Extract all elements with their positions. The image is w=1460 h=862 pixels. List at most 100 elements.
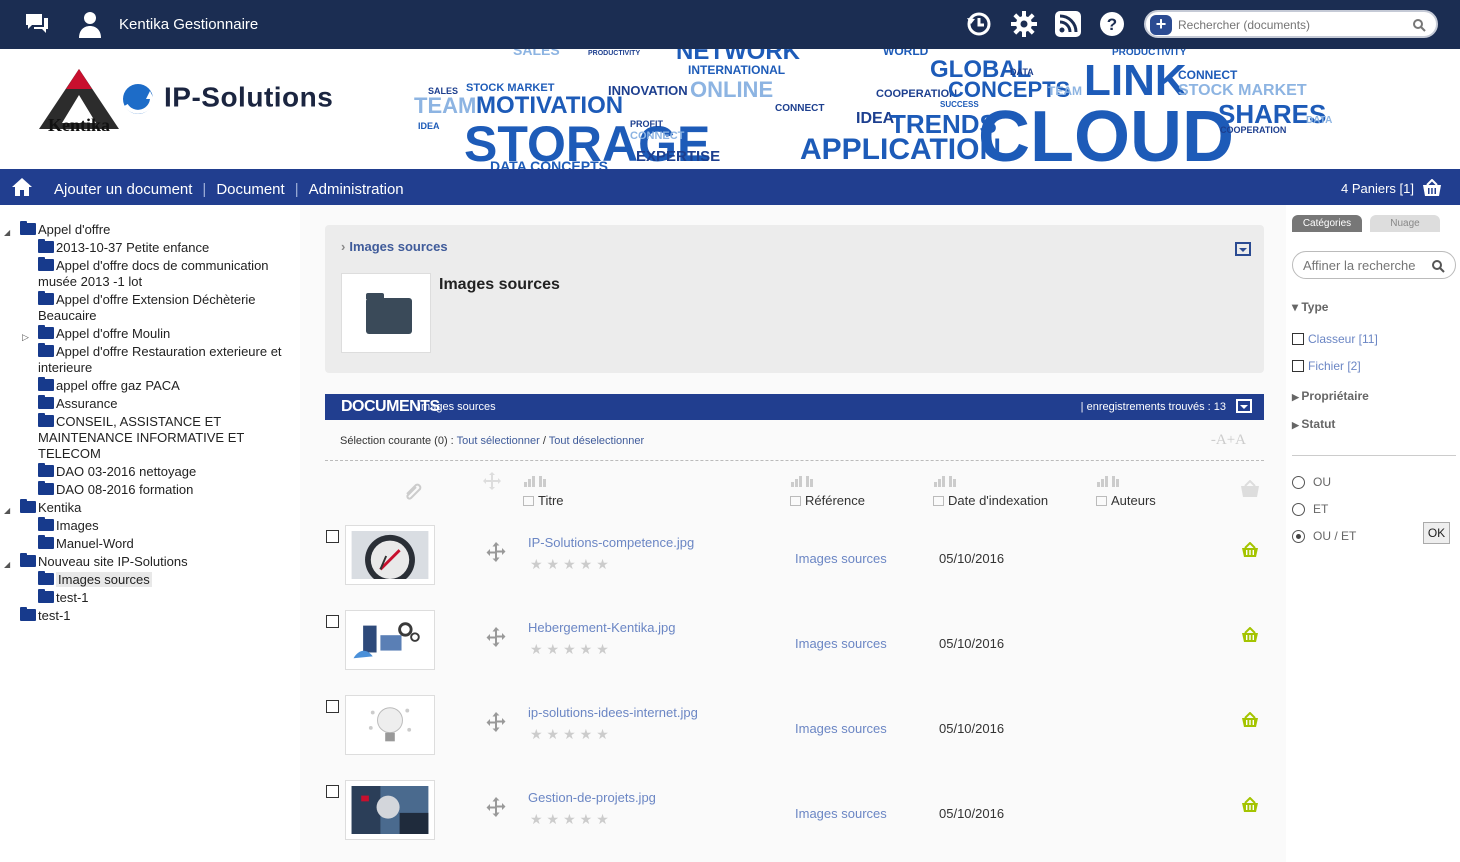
svg-text:COOPERATION: COOPERATION [1220,125,1286,135]
expand-open-icon[interactable]: ◢ [4,503,10,519]
row-checkbox[interactable] [326,785,339,798]
select-all-link[interactable]: Tout sélectionner [457,435,540,447]
facet-proprietaire[interactable]: ▶ Propriétaire [1292,389,1369,403]
rating-stars[interactable]: ★★★★★ [530,556,613,573]
tab-nuage[interactable]: Nuage [1370,215,1440,232]
move-icon[interactable] [485,796,507,818]
svg-text:PROFIT: PROFIT [630,119,664,129]
rss-icon[interactable] [1054,10,1082,38]
rating-stars[interactable]: ★★★★★ [530,641,613,658]
tree-node[interactable]: Appel d'offre Extension Déchèterie Beauc… [0,291,290,324]
radio-button[interactable] [1292,502,1305,516]
document-reference[interactable]: Images sources [795,806,887,821]
expand-open-icon[interactable]: ◢ [4,225,10,241]
column-date[interactable]: Date d'indexation [933,475,1048,508]
document-reference[interactable]: Images sources [795,721,887,736]
facet-classeur[interactable]: Classeur [11] [1292,332,1378,346]
document-thumbnail[interactable] [345,525,435,585]
tree-node[interactable]: ◢ Kentika [0,499,290,519]
radio-button-selected[interactable] [1292,529,1305,543]
collapse-icon[interactable] [1236,399,1252,413]
operator-ou[interactable]: OU [1292,475,1331,489]
deselect-all-link[interactable]: Tout déselectionner [549,435,644,447]
tree-node[interactable]: DAO 03-2016 nettoyage [0,463,290,480]
row-checkbox[interactable] [326,530,339,543]
tree-node[interactable]: ▷ Appel d'offre Moulin [0,325,290,345]
help-icon[interactable]: ? [1098,10,1126,38]
expand-open-icon[interactable]: ◢ [4,557,10,573]
rating-stars[interactable]: ★★★★★ [530,726,613,743]
document-thumbnail[interactable] [345,695,435,755]
tree-node[interactable]: ◢ Nouveau site IP-Solutions [0,553,290,573]
tree-node[interactable]: test-1 [0,589,290,606]
document-title-link[interactable]: Gestion-de-projets.jpg [528,790,656,805]
tree-node[interactable]: Images [0,517,290,534]
facet-fichier[interactable]: Fichier [2] [1292,359,1361,373]
document-thumbnail[interactable] [345,780,435,840]
expand-closed-icon[interactable]: ▷ [22,329,29,345]
user-icon[interactable] [77,10,103,38]
tree-node[interactable]: Manuel-Word [0,535,290,552]
font-size-control[interactable]: -A+A [1211,431,1246,449]
document-reference[interactable]: Images sources [795,636,887,651]
tree-node[interactable]: Assurance [0,395,290,412]
tree-node[interactable]: Appel d'offre docs de communication musé… [0,257,290,290]
tree-node[interactable]: Appel d'offre Restauration exterieure et… [0,343,290,376]
tree-node[interactable]: appel offre gaz PACA [0,377,290,394]
rating-stars[interactable]: ★★★★★ [530,811,613,828]
document-title-link[interactable]: Hebergement-Kentika.jpg [528,620,675,635]
tree-node[interactable]: DAO 08-2016 formation [0,481,290,498]
search-input[interactable] [1178,15,1408,35]
gear-icon[interactable] [1010,10,1038,38]
nav-document[interactable]: Document [216,181,284,198]
column-date-label: Date d'indexation [948,493,1049,508]
svg-text:SALES: SALES [513,49,560,58]
operator-et[interactable]: ET [1292,502,1328,516]
tree-node[interactable]: ◢ Appel d'offre [0,221,290,241]
ok-button[interactable]: OK [1423,522,1450,544]
refine-search-input[interactable] [1303,258,1431,273]
column-authors[interactable]: Auteurs [1096,475,1156,508]
triangle-right-icon: ▶ [1292,392,1302,402]
move-icon[interactable] [485,541,507,563]
tree-node[interactable]: test-1 [0,607,290,624]
search-icon[interactable] [1412,18,1426,32]
tree-node[interactable]: Images sources [0,571,290,588]
cart-link[interactable]: 4 Paniers [1] [1341,179,1442,197]
checkbox[interactable] [1292,333,1304,345]
add-search-button[interactable]: + [1150,15,1172,35]
basket-icon [1423,179,1441,196]
checkbox[interactable] [1292,360,1304,372]
column-reference[interactable]: Référence [790,475,865,508]
move-icon[interactable] [485,626,507,648]
kentika-logo: Kentika [39,69,119,135]
facet-type[interactable]: ▾ Type [1292,300,1328,314]
tab-categories[interactable]: Catégories [1292,215,1362,232]
row-checkbox[interactable] [326,615,339,628]
column-title[interactable]: Titre [523,475,564,508]
add-to-basket-icon[interactable] [1241,712,1259,728]
history-icon[interactable] [965,10,993,38]
document-title-link[interactable]: IP-Solutions-competence.jpg [528,535,694,550]
document-reference[interactable]: Images sources [795,551,887,566]
search-icon[interactable] [1431,259,1445,273]
breadcrumb[interactable]: › Images sources [341,239,448,254]
add-to-basket-icon[interactable] [1241,542,1259,558]
nav-add-document[interactable]: Ajouter un document [54,181,192,198]
add-to-basket-icon[interactable] [1241,627,1259,643]
facet-statut[interactable]: ▶ Statut [1292,417,1335,431]
add-to-basket-icon[interactable] [1241,797,1259,813]
chat-icon[interactable] [24,12,50,36]
tree-node[interactable]: CONSEIL, ASSISTANCE ET MAINTENANCE INFOR… [0,413,290,462]
document-title-link[interactable]: ip-solutions-idees-internet.jpg [528,705,698,720]
move-icon[interactable] [485,711,507,733]
tree-node[interactable]: 2013-10-37 Petite enfance [0,239,290,256]
operator-ou-et[interactable]: OU / ET [1292,529,1356,543]
home-icon[interactable] [11,177,33,197]
radio-button[interactable] [1292,475,1305,489]
collapse-icon[interactable] [1235,242,1251,256]
nav-administration[interactable]: Administration [309,181,404,198]
row-checkbox[interactable] [326,700,339,713]
folder-icon [38,257,54,271]
document-thumbnail[interactable] [345,610,435,670]
